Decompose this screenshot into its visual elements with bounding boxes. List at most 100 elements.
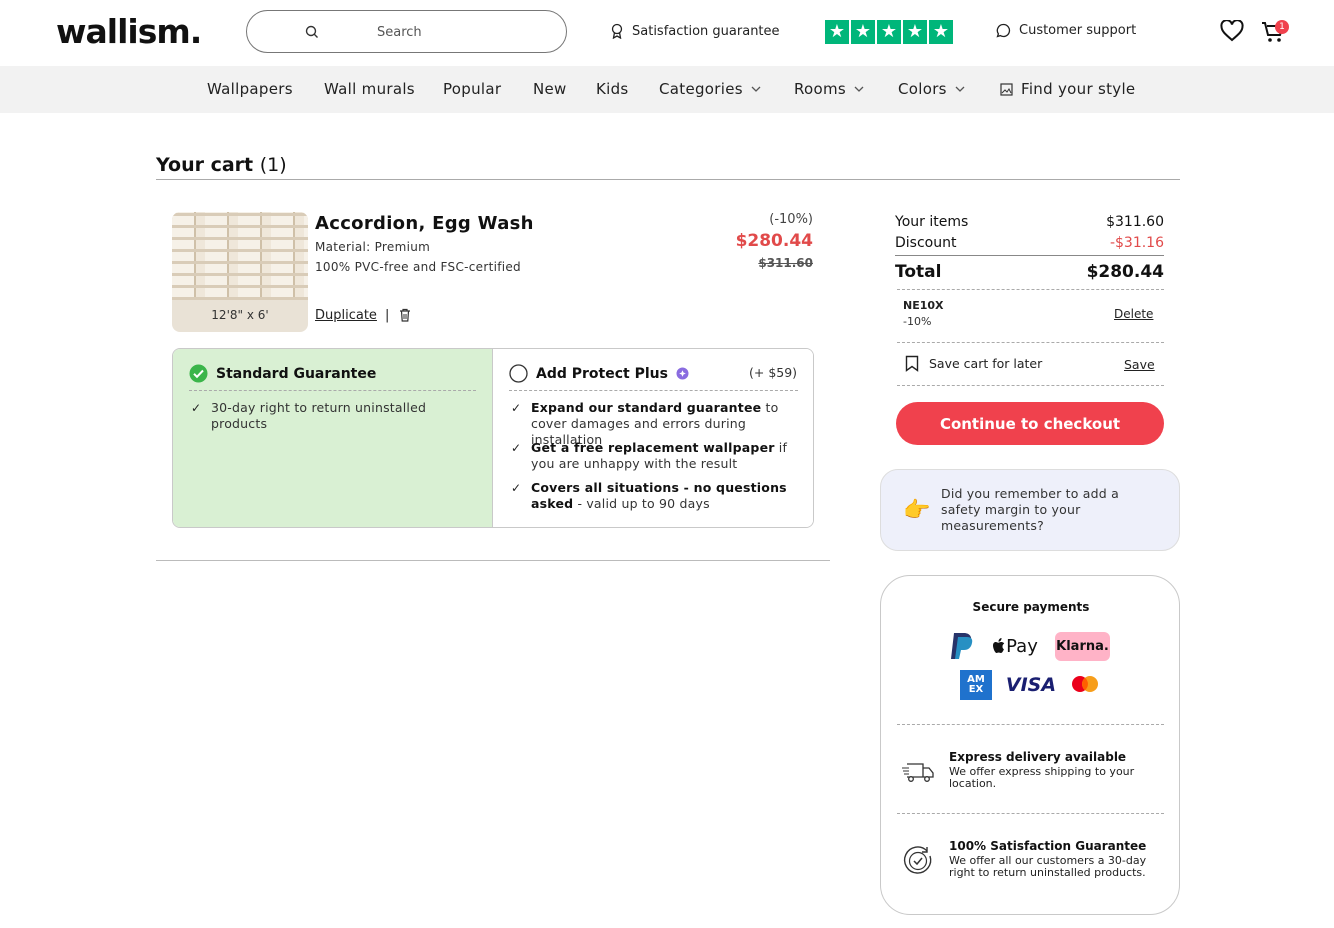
action-separator: | [385, 308, 390, 323]
search-input[interactable]: Search [246, 10, 567, 53]
cart-title-text: Your cart [156, 154, 254, 176]
dashed-divider [897, 813, 1164, 814]
nav-label: Wall murals [324, 80, 415, 98]
dashed-divider [897, 289, 1164, 290]
nav-item-colors[interactable]: Colors [898, 80, 965, 98]
feature-text: 30-day right to return uninstalled produ… [211, 400, 427, 431]
wallpaper-pattern-image [172, 212, 308, 300]
klarna-logo: Klarna. [1055, 632, 1110, 661]
item-price: $280.44 [735, 231, 813, 251]
radio-unchecked-icon[interactable] [509, 364, 528, 383]
guarantee-feature: ✓ Covers all situations - no questions as… [511, 480, 801, 512]
coupon-code: NE10X [903, 299, 944, 312]
chevron-down-icon [955, 86, 965, 92]
cart-count-badge: 1 [1275, 20, 1289, 34]
nav-label: Colors [898, 80, 947, 98]
visa-logo: VISA [1005, 674, 1057, 696]
standard-guarantee-title: Standard Guarantee [216, 365, 377, 382]
secure-payments-panel: Secure payments Pay Klarna. AM EX VISA E… [880, 575, 1180, 915]
standard-guarantee-option[interactable]: Standard Guarantee ✓ 30-day right to retu… [173, 349, 493, 527]
satisfaction-guarantee-title: 100% Satisfaction Guarantee [949, 839, 1147, 853]
chevron-down-icon [751, 86, 761, 92]
product-material: Material: Premium [315, 240, 431, 254]
items-label: Your items [895, 214, 969, 230]
pointing-hand-icon: 👉 [903, 498, 931, 523]
dashed-divider [897, 724, 1164, 725]
express-delivery-title: Express delivery available [949, 750, 1127, 764]
save-cart-row: Save cart for later [905, 355, 1042, 372]
support-label: Customer support [1019, 23, 1137, 38]
guarantee-check-icon [903, 846, 932, 874]
save-cart-label: Save cart for later [929, 356, 1043, 371]
protect-plus-title: Add Protect Plus [536, 365, 668, 382]
nav-label: Wallpapers [207, 80, 293, 98]
nav-item-kids[interactable]: Kids [596, 80, 629, 98]
product-dimensions: 12'8" x 6' [211, 308, 269, 322]
chat-bubble-icon [996, 23, 1011, 38]
save-cart-button[interactable]: Save [1124, 357, 1155, 372]
guarantee-feature: ✓ 30-day right to return uninstalled prod… [191, 400, 461, 432]
award-icon [611, 23, 623, 39]
heart-icon[interactable] [1220, 20, 1244, 42]
delete-coupon-button[interactable]: Delete [1114, 307, 1153, 321]
summary-discount-row: Discount -$31.16 [895, 235, 1164, 251]
search-placeholder: Search [377, 25, 422, 40]
protect-plus-header: Add Protect Plus [509, 364, 689, 383]
bookmark-icon [905, 355, 919, 372]
product-name[interactable]: Accordion, Egg Wash [315, 213, 534, 234]
apple-pay-text: Pay [1006, 635, 1038, 657]
nav-item-popular[interactable]: Popular [443, 80, 501, 98]
apple-icon [993, 638, 1005, 653]
guarantee-options: Standard Guarantee ✓ 30-day right to retu… [172, 348, 814, 528]
image-icon [1000, 82, 1013, 96]
product-thumbnail[interactable]: 12'8" x 6' [172, 212, 308, 332]
chevron-down-icon [854, 86, 864, 92]
checkout-button[interactable]: Continue to checkout [896, 402, 1164, 445]
nav-item-categories[interactable]: Categories [659, 80, 761, 98]
customer-support-link[interactable]: Customer support [996, 23, 1136, 38]
measurement-tip: 👉 Did you remember to add a safety margi… [880, 469, 1180, 551]
dashed-divider [897, 342, 1164, 343]
nav-item-wall-murals[interactable]: Wall murals [324, 80, 415, 98]
check-icon: ✓ [511, 401, 522, 415]
nav-label: Rooms [794, 80, 847, 98]
divider [895, 255, 1164, 256]
protect-plus-option[interactable]: Add Protect Plus (+ $59) ✓ Expand our sta… [493, 349, 813, 527]
verified-badge-icon [676, 367, 689, 380]
discount-value: -$31.16 [1109, 235, 1164, 251]
satisfaction-guarantee-link[interactable]: Satisfaction guarantee [610, 23, 780, 39]
trash-icon[interactable] [399, 308, 411, 322]
site-header: wallism. Search Satisfaction guarantee ★… [0, 0, 1334, 66]
star-icon: ★ [929, 20, 953, 44]
nav-item-find-your-style[interactable]: Find your style [1000, 80, 1135, 98]
logo[interactable]: wallism. [56, 12, 202, 51]
protect-plus-price: (+ $59) [749, 365, 798, 380]
feature-bold: Expand our standard guarantee [531, 400, 762, 415]
nav-item-wallpapers[interactable]: Wallpapers [207, 80, 293, 98]
total-label: Total [895, 262, 942, 282]
satisfaction-guarantee-text: We offer all our customers a 30-day righ… [949, 854, 1147, 879]
cart-item-count: (1) [259, 154, 287, 176]
mastercard-logo [1067, 672, 1103, 698]
nav-item-rooms[interactable]: Rooms [794, 80, 864, 98]
check-icon: ✓ [511, 441, 522, 455]
nav-label: Kids [596, 80, 629, 98]
star-icon: ★ [877, 20, 901, 44]
main-nav: Wallpapers Wall murals Popular New Kids … [0, 66, 1334, 113]
dashed-divider [509, 390, 798, 391]
express-delivery-text: We offer express shipping to your locati… [949, 765, 1135, 790]
feature-text: - valid up to 90 days [573, 496, 710, 511]
nav-label: Find your style [1021, 80, 1136, 98]
check-icon: ✓ [191, 401, 202, 415]
page-title: Your cart (1) [156, 154, 287, 176]
feature-bold: Get a free replacement wallpaper [531, 440, 775, 455]
delivery-truck-icon [902, 763, 934, 782]
duplicate-button[interactable]: Duplicate [315, 308, 377, 323]
nav-item-new[interactable]: New [533, 80, 567, 98]
standard-guarantee-header: Standard Guarantee [189, 364, 376, 383]
star-icon: ★ [903, 20, 927, 44]
divider [156, 560, 830, 561]
guarantee-feature: ✓ Get a free replacement wallpaper if you… [511, 440, 801, 472]
items-value: $311.60 [1106, 214, 1164, 230]
discount-percent: (-10%) [769, 212, 813, 227]
